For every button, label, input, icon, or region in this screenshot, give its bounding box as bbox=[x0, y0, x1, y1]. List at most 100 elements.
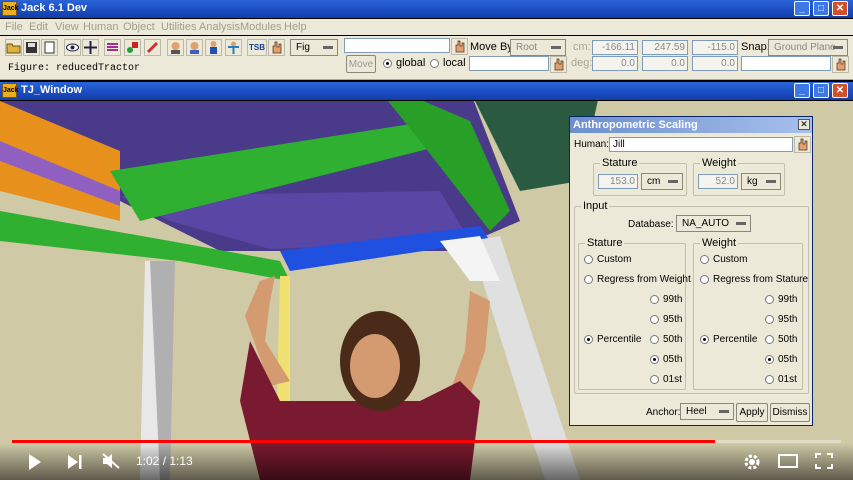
weight-p99-label: 99th bbox=[778, 294, 798, 305]
stature-custom-radio[interactable] bbox=[584, 255, 593, 264]
next-icon[interactable] bbox=[68, 455, 82, 472]
weight-percentile-radio[interactable] bbox=[700, 335, 709, 344]
list-icon[interactable] bbox=[104, 39, 121, 56]
play-icon[interactable] bbox=[28, 454, 42, 473]
deg-label: deg: bbox=[571, 57, 593, 69]
weight-p99-radio[interactable] bbox=[765, 295, 774, 304]
stature-p95-radio[interactable] bbox=[650, 315, 659, 324]
pick-hand-icon-3[interactable] bbox=[832, 56, 849, 73]
stature-value-group: Stature 153.0 cm bbox=[593, 157, 687, 196]
stature-p01-label: 01st bbox=[663, 374, 682, 385]
pick-hand-icon-2[interactable] bbox=[550, 56, 567, 73]
deg-x-field[interactable]: 0.0 bbox=[592, 56, 638, 71]
menu-human[interactable]: Human bbox=[83, 21, 118, 33]
menu-modules[interactable]: Modules bbox=[240, 21, 282, 33]
eye-icon[interactable] bbox=[64, 39, 81, 56]
stature-p05-radio[interactable] bbox=[650, 355, 659, 364]
save-icon[interactable] bbox=[23, 39, 40, 56]
tj-window-icon: Jack bbox=[2, 83, 19, 98]
stature-p05-label: 05th bbox=[663, 354, 683, 365]
object-name-field[interactable] bbox=[344, 38, 450, 53]
progress-bar[interactable] bbox=[12, 440, 841, 443]
human-pick-hand-icon[interactable] bbox=[794, 136, 811, 153]
jack-app-icon: Jack bbox=[2, 1, 19, 16]
apply-button[interactable]: Apply bbox=[736, 403, 768, 422]
human-field[interactable]: Jill bbox=[609, 137, 793, 152]
weight-p05-label: 05th bbox=[778, 354, 798, 365]
stature-p95-label: 95th bbox=[663, 314, 683, 325]
stature-p99-radio[interactable] bbox=[650, 295, 659, 304]
menu-edit[interactable]: Edit bbox=[29, 21, 48, 33]
relative-field[interactable] bbox=[469, 56, 549, 71]
database-label: Database: bbox=[628, 219, 674, 230]
weight-value-field[interactable]: 52.0 bbox=[698, 174, 738, 189]
cm-y-field[interactable]: 247.59 bbox=[642, 40, 688, 55]
dismiss-button[interactable]: Dismiss bbox=[770, 403, 810, 422]
snap-select[interactable]: Ground Plane bbox=[768, 39, 848, 56]
document-icon[interactable] bbox=[41, 39, 58, 56]
menu-view[interactable]: View bbox=[55, 21, 79, 33]
weight-p50-label: 50th bbox=[778, 334, 798, 345]
stature-p01-radio[interactable] bbox=[650, 375, 659, 384]
menu-help[interactable]: Help bbox=[284, 21, 307, 33]
fig-select[interactable]: Fig bbox=[290, 39, 338, 56]
human-head-icon[interactable] bbox=[167, 39, 184, 56]
menu-analysis[interactable]: Analysis bbox=[199, 21, 240, 33]
menu-object[interactable]: Object bbox=[123, 21, 155, 33]
human-posture-icon[interactable] bbox=[205, 39, 222, 56]
deg-y-field[interactable]: 0.0 bbox=[642, 56, 688, 71]
shapes-icon[interactable] bbox=[124, 39, 141, 56]
weight-p05-radio[interactable] bbox=[765, 355, 774, 364]
theater-mode-icon[interactable] bbox=[778, 454, 798, 471]
cm-x-field[interactable]: -166.11 bbox=[592, 40, 638, 55]
database-select[interactable]: NA_AUTO bbox=[676, 215, 751, 232]
human-reach-icon[interactable] bbox=[225, 39, 242, 56]
minimize-button[interactable]: _ bbox=[794, 1, 810, 16]
move-by-select[interactable]: Root bbox=[510, 39, 566, 56]
weight-p95-label: 95th bbox=[778, 314, 798, 325]
tj-window-title-bar: Jack TJ_Window _ □ ✕ bbox=[0, 82, 853, 100]
stature-value-field[interactable]: 153.0 bbox=[598, 174, 638, 189]
local-radio[interactable] bbox=[430, 59, 439, 68]
human-face-icon[interactable] bbox=[186, 39, 203, 56]
close-button[interactable]: ✕ bbox=[832, 1, 848, 16]
tj-close-button[interactable]: ✕ bbox=[832, 83, 848, 98]
tj-maximize-button[interactable]: □ bbox=[813, 83, 829, 98]
deg-z-field[interactable]: 0.0 bbox=[692, 56, 738, 71]
global-radio[interactable] bbox=[383, 59, 392, 68]
weight-p01-label: 01st bbox=[778, 374, 797, 385]
stature-p50-radio[interactable] bbox=[650, 335, 659, 344]
weight-custom-radio[interactable] bbox=[700, 255, 709, 264]
fullscreen-icon[interactable] bbox=[815, 453, 833, 472]
menu-utilities[interactable]: Utilities bbox=[161, 21, 196, 33]
anchor-select[interactable]: Heel bbox=[680, 403, 734, 420]
dialog-close-button[interactable]: ✕ bbox=[798, 119, 810, 130]
player-controls bbox=[0, 443, 853, 480]
move-button[interactable]: Move bbox=[346, 55, 376, 73]
mute-icon[interactable] bbox=[101, 452, 121, 473]
tj-minimize-button[interactable]: _ bbox=[794, 83, 810, 98]
open-folder-icon[interactable] bbox=[5, 39, 22, 56]
weight-p50-radio[interactable] bbox=[765, 335, 774, 344]
settings-icon[interactable] bbox=[743, 453, 761, 474]
cm-z-field[interactable]: -115.0 bbox=[692, 40, 738, 55]
weight-p01-radio[interactable] bbox=[765, 375, 774, 384]
stature-percentile-radio[interactable] bbox=[584, 335, 593, 344]
stature-regress-radio[interactable] bbox=[584, 275, 593, 284]
hand-tool-icon[interactable] bbox=[268, 39, 285, 56]
pick-hand-icon[interactable] bbox=[451, 38, 468, 55]
maximize-button[interactable]: □ bbox=[813, 1, 829, 16]
weight-p95-radio[interactable] bbox=[765, 315, 774, 324]
move-icon[interactable] bbox=[82, 39, 99, 56]
menu-file[interactable]: File bbox=[5, 21, 23, 33]
weight-unit-select[interactable]: kg bbox=[741, 173, 781, 190]
stature-unit-select[interactable]: cm bbox=[641, 173, 683, 190]
weight-regress-label: Regress from Stature bbox=[713, 274, 809, 285]
global-label: global bbox=[396, 57, 426, 69]
anthropometric-scaling-dialog: Anthropometric Scaling ✕ Human: Jill Sta… bbox=[569, 116, 813, 426]
color-icon[interactable] bbox=[144, 39, 161, 56]
snap-field[interactable] bbox=[741, 56, 831, 71]
tsb-button[interactable]: TSB bbox=[247, 39, 267, 56]
weight-regress-radio[interactable] bbox=[700, 275, 709, 284]
weight-custom-label: Custom bbox=[713, 254, 748, 265]
